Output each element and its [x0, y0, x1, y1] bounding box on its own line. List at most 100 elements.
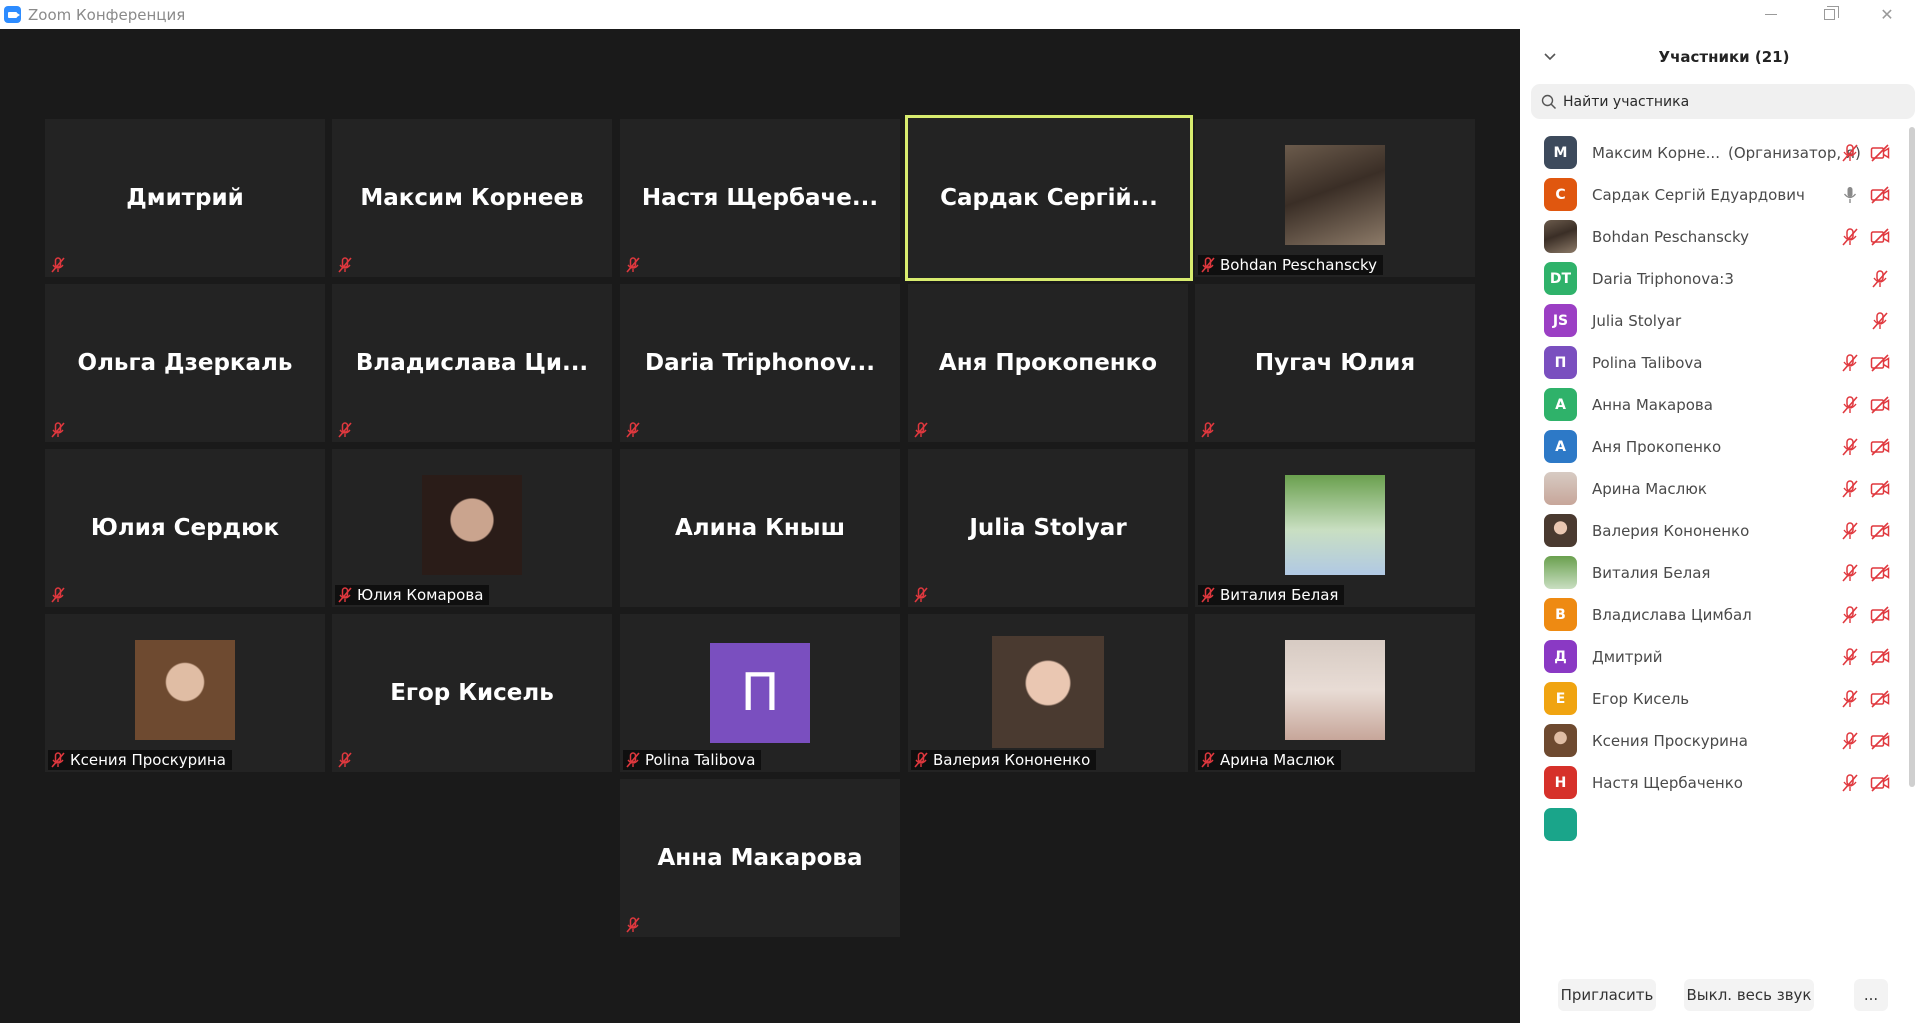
tile-nametag	[48, 255, 73, 275]
tile-nametag: Юлия Комарова	[335, 585, 490, 605]
collapse-panel-button[interactable]	[1542, 49, 1558, 65]
tile-name: Аня Прокопенко	[938, 350, 1158, 376]
mic-muted-icon[interactable]	[1840, 143, 1860, 163]
video-gallery: Дмитрий Максим Корнеев Настя Щербаче... …	[0, 29, 1520, 1023]
avatar: М	[1544, 136, 1577, 169]
mic-muted-icon[interactable]	[1840, 227, 1860, 247]
video-tile[interactable]: Егор Кисель	[332, 614, 612, 772]
video-tile[interactable]: Julia Stolyar	[908, 449, 1188, 607]
video-tile[interactable]: Пугач Юлия	[1195, 284, 1475, 442]
participant-name: Егор Кисель	[1592, 689, 1690, 708]
participant-row[interactable]	[1520, 799, 1906, 850]
video-off-icon[interactable]	[1870, 773, 1890, 793]
avatar	[1544, 220, 1577, 253]
video-tile[interactable]: Валерия Кононенко	[908, 614, 1188, 772]
video-tile[interactable]: Bohdan Peschanscky	[1195, 119, 1475, 277]
tile-nametag: Виталия Белая	[1198, 585, 1345, 605]
mic-muted-icon[interactable]	[1840, 647, 1860, 667]
participant-list: М Максим Корне... (Организатор, я) С Сард…	[1520, 127, 1906, 967]
tile-name: Настя Щербаче...	[641, 185, 879, 211]
video-off-icon[interactable]	[1870, 731, 1890, 751]
mic-muted-icon[interactable]	[1840, 353, 1860, 373]
participant-name-text: Максим Корне...	[1592, 143, 1720, 162]
video-tile[interactable]: Алина Кныш	[620, 449, 900, 607]
mic-muted-icon[interactable]	[1840, 605, 1860, 625]
video-tile[interactable]: Анна Макарова	[620, 779, 900, 937]
mic-muted-icon[interactable]	[1840, 521, 1860, 541]
window-title: Zoom Конференция	[28, 5, 186, 24]
tile-name: Julia Stolyar	[969, 515, 1127, 541]
mic-muted-icon[interactable]	[1840, 563, 1860, 583]
video-tile[interactable]: Ксения Проскурина	[45, 614, 325, 772]
tile-name: Ольга Дзеркаль	[77, 350, 293, 376]
mic-muted-icon	[914, 752, 928, 768]
mic-muted-icon[interactable]	[1840, 731, 1860, 751]
video-off-icon[interactable]	[1870, 353, 1890, 373]
tile-nametag: Арина Маслюк	[1198, 750, 1341, 770]
video-tile[interactable]: Аня Прокопенко	[908, 284, 1188, 442]
video-off-icon[interactable]	[1870, 521, 1890, 541]
avatar: А	[1544, 430, 1577, 463]
restore-button[interactable]	[1800, 0, 1858, 29]
participant-name: Аня Прокопенко	[1592, 437, 1722, 456]
video-tile[interactable]: Юлия Сердюк	[45, 449, 325, 607]
avatar: Е	[1544, 682, 1577, 715]
mic-muted-icon[interactable]	[1840, 689, 1860, 709]
tile-name: Владислава Ци...	[355, 350, 589, 376]
video-off-icon[interactable]	[1870, 227, 1890, 247]
video-off-icon[interactable]	[1870, 605, 1890, 625]
search-placeholder: Найти участника	[1563, 93, 1690, 110]
mic-muted-icon	[914, 587, 928, 603]
video-tile[interactable]: Ольга Дзеркаль	[45, 284, 325, 442]
participants-panel: Участники (21) Найти участника М Максим …	[1520, 29, 1920, 1023]
participant-name: Сардак Сергій Едуардович	[1592, 185, 1805, 204]
participant-list-scrollbar[interactable]	[1909, 127, 1915, 787]
video-tile[interactable]: Максим Корнеев	[332, 119, 612, 277]
mic-icon[interactable]	[1840, 185, 1860, 205]
video-tile[interactable]: Виталия Белая	[1195, 449, 1475, 607]
tile-name: Пугач Юлия	[1254, 350, 1416, 376]
mic-muted-icon	[626, 752, 640, 768]
tile-nametag	[1198, 420, 1223, 440]
video-off-icon[interactable]	[1870, 563, 1890, 583]
tile-nametag	[48, 585, 73, 605]
mic-muted-icon[interactable]	[1870, 311, 1890, 331]
participant-search-input[interactable]: Найти участника	[1531, 84, 1915, 119]
video-tile[interactable]: П Polina Talibova	[620, 614, 900, 772]
invite-button[interactable]: Пригласить	[1558, 979, 1656, 1011]
video-off-icon[interactable]	[1870, 437, 1890, 457]
video-off-icon[interactable]	[1870, 143, 1890, 163]
video-off-icon[interactable]	[1870, 479, 1890, 499]
mic-muted-icon	[51, 752, 65, 768]
minimize-button[interactable]	[1742, 0, 1800, 29]
tile-nametag: Bohdan Peschanscky	[1198, 255, 1384, 275]
video-tile-active-speaker[interactable]: Сардак Сергій...	[905, 115, 1193, 281]
tile-nametag: Polina Talibova	[623, 750, 762, 770]
video-off-icon[interactable]	[1870, 185, 1890, 205]
participant-name: Максим Корне... (Организатор, я)	[1592, 144, 1861, 162]
mic-muted-icon[interactable]	[1840, 437, 1860, 457]
video-tile[interactable]: Настя Щербаче...	[620, 119, 900, 277]
close-button[interactable]: ✕	[1858, 0, 1916, 29]
video-off-icon[interactable]	[1870, 395, 1890, 415]
avatar: DT	[1544, 262, 1577, 295]
mic-muted-icon[interactable]	[1840, 479, 1860, 499]
tile-nametag	[623, 915, 648, 935]
tile-nametag-text: Валерия Кононенко	[933, 751, 1091, 769]
participant-photo	[1285, 145, 1385, 245]
video-tile[interactable]: Daria Triphonov...	[620, 284, 900, 442]
mic-muted-icon[interactable]	[1840, 773, 1860, 793]
video-tile[interactable]: Арина Маслюк	[1195, 614, 1475, 772]
mic-muted-icon[interactable]	[1870, 269, 1890, 289]
more-options-button[interactable]: ...	[1854, 979, 1888, 1011]
video-tile[interactable]: Владислава Ци...	[332, 284, 612, 442]
mic-muted-icon	[51, 422, 65, 438]
avatar: Д	[1544, 640, 1577, 673]
video-tile[interactable]: Дмитрий	[45, 119, 325, 277]
video-off-icon[interactable]	[1870, 647, 1890, 667]
video-tile[interactable]: Юлия Комарова	[332, 449, 612, 607]
mic-muted-icon[interactable]	[1840, 395, 1860, 415]
mute-all-button[interactable]: Выкл. весь звук	[1684, 979, 1814, 1011]
avatar	[1544, 724, 1577, 757]
video-off-icon[interactable]	[1870, 689, 1890, 709]
